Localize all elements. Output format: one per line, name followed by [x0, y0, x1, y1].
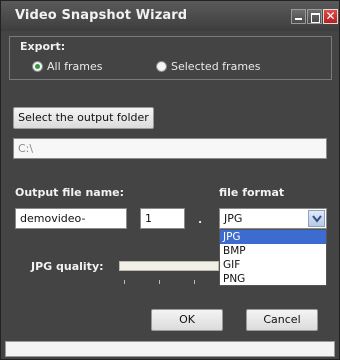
title-bar[interactable]: Video Snapshot Wizard ✕: [1, 1, 339, 31]
minimize-icon[interactable]: [291, 9, 306, 24]
select-output-folder-button[interactable]: Select the output folder: [13, 107, 154, 129]
maximize-icon[interactable]: [307, 9, 322, 24]
radio-selected-frames-label: Selected frames: [171, 60, 261, 73]
format-option-bmp[interactable]: BMP: [220, 244, 326, 258]
format-option-gif[interactable]: GIF: [220, 258, 326, 272]
file-format-selected-value: JPG: [224, 212, 243, 225]
radio-all-frames[interactable]: All frames: [32, 60, 102, 73]
wizard-window: Video Snapshot Wizard ✕ Export: All fram…: [0, 0, 340, 360]
output-folder-path-field[interactable]: C:\: [13, 138, 327, 159]
chevron-down-icon[interactable]: [308, 210, 325, 227]
file-format-label: file format: [219, 186, 285, 199]
file-name-input[interactable]: demovideo-: [15, 208, 127, 229]
export-label: Export:: [20, 40, 66, 53]
close-icon[interactable]: ✕: [323, 9, 338, 24]
format-option-png[interactable]: PNG: [220, 272, 326, 286]
slider-tick: [159, 280, 160, 284]
file-number-input[interactable]: 1: [140, 208, 185, 229]
radio-selected-frames[interactable]: Selected frames: [156, 60, 261, 73]
jpg-quality-label: JPG quality:: [31, 260, 104, 273]
radio-selected-icon: [32, 61, 43, 72]
extension-separator: .: [198, 213, 203, 226]
slider-tick: [124, 280, 125, 284]
file-format-dropdown-list: JPG BMP GIF PNG: [219, 229, 327, 286]
status-bar: [5, 341, 335, 357]
ok-button[interactable]: OK: [151, 309, 223, 331]
window-title: Video Snapshot Wizard: [15, 8, 188, 23]
radio-unselected-icon: [156, 61, 167, 72]
format-option-jpg[interactable]: JPG: [220, 230, 326, 244]
jpg-quality-slider[interactable]: [119, 261, 219, 271]
cancel-button[interactable]: Cancel: [246, 309, 318, 331]
slider-tick: [194, 280, 195, 284]
radio-all-frames-label: All frames: [47, 60, 103, 73]
file-format-select[interactable]: JPG: [219, 208, 327, 229]
export-group: Export: All frames Selected frames: [9, 36, 332, 80]
output-file-name-label: Output file name:: [15, 186, 125, 199]
